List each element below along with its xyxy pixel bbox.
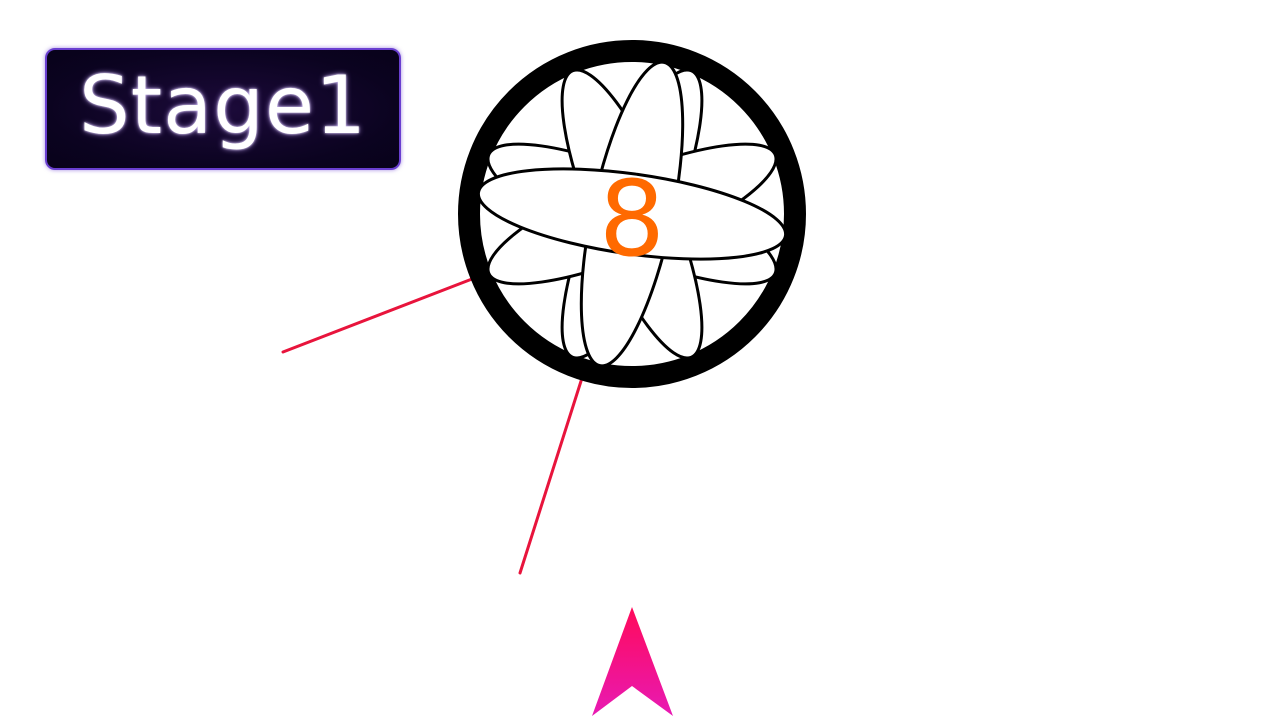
remaining-count: 8	[599, 158, 665, 280]
play-field[interactable]: 8	[0, 0, 1271, 728]
game-stage[interactable]: Stage1 8	[0, 0, 1271, 728]
arrowhead-launcher-icon[interactable]	[592, 607, 673, 716]
stuck-needle	[281, 277, 474, 354]
stuck-needle	[518, 376, 584, 575]
target-wheel: 8	[458, 40, 806, 388]
